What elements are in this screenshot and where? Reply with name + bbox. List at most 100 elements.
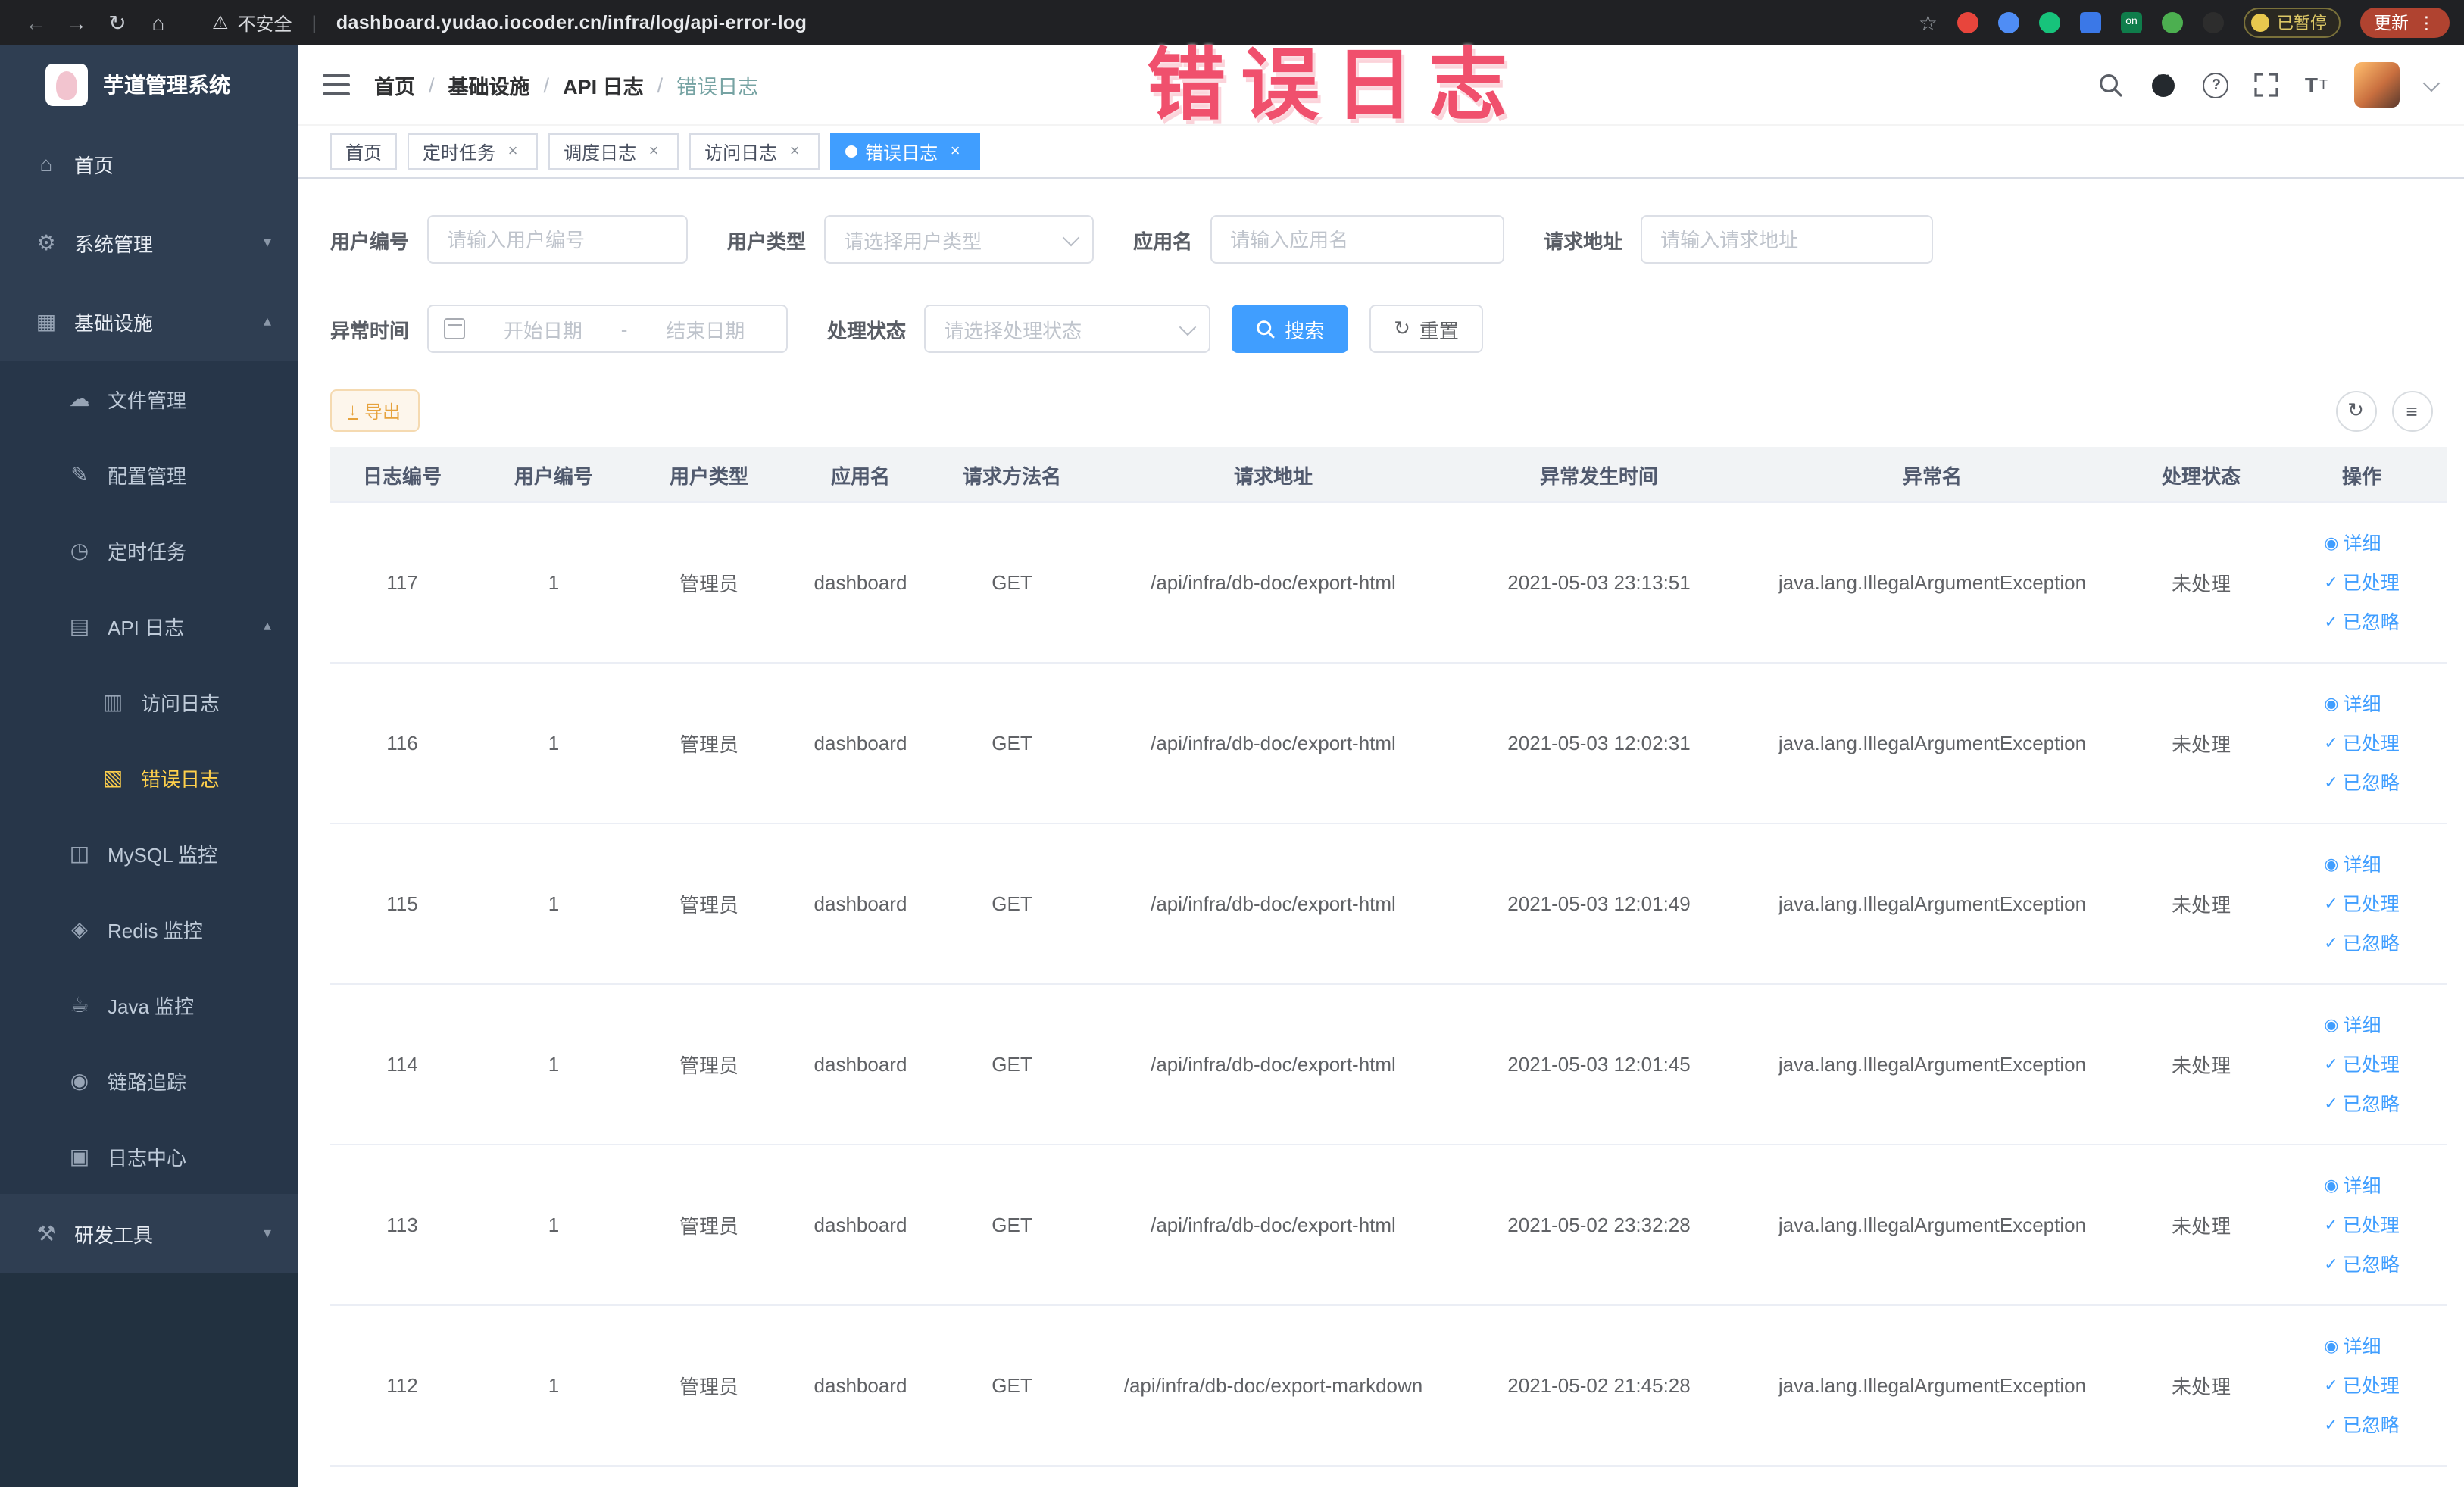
sidebar-item-infrastructure[interactable]: ▦ 基础设施 ▴ <box>0 282 298 361</box>
action-detail-label: 详细 <box>2343 1014 2381 1036</box>
col-status: 处理状态 <box>2125 447 2277 503</box>
browser-back-button[interactable]: ← <box>15 11 56 35</box>
browser-reload-button[interactable]: ↻ <box>97 10 138 36</box>
sidebar-item-scheduled-tasks[interactable]: ◷ 定时任务 <box>0 512 298 588</box>
sidebar-item-file-management[interactable]: ☁ 文件管理 <box>0 361 298 436</box>
font-size-icon[interactable]: TT <box>2305 73 2328 97</box>
action-processed-label: 已处理 <box>2342 1375 2400 1396</box>
sidebar-item-label: API 日志 <box>108 616 185 639</box>
action-detail-link[interactable]: ◉ 详细 <box>2324 845 2381 884</box>
process-status-select[interactable]: 请选择处理状态 <box>924 305 1211 353</box>
extension-icon-4[interactable] <box>2080 12 2101 33</box>
app-logo[interactable]: 芋道管理系统 <box>0 45 298 124</box>
tab-home[interactable]: 首页 <box>330 133 398 170</box>
breadcrumb-api-logs[interactable]: API 日志 <box>563 70 644 100</box>
avatar-caret-icon[interactable] <box>2422 73 2440 92</box>
col-user-type: 用户类型 <box>633 447 785 503</box>
export-button[interactable]: ↓ 导出 <box>330 389 420 432</box>
search-icon[interactable] <box>2099 72 2125 98</box>
bookmark-star-icon[interactable]: ☆ <box>1919 10 1938 36</box>
sidebar-item-api-logs[interactable]: ▤ API 日志 ▴ <box>0 588 298 664</box>
extension-icon-3[interactable] <box>2039 12 2060 33</box>
action-detail-link[interactable]: ◉ 详细 <box>2324 684 2381 723</box>
user-type-select[interactable]: 请选择用户类型 <box>824 215 1095 264</box>
extension-icon-2[interactable] <box>1998 12 2019 33</box>
sidebar-item-home[interactable]: ⌂ 首页 <box>0 124 298 203</box>
close-icon[interactable]: × <box>785 142 804 161</box>
action-processed-link[interactable]: ✓ 已处理 <box>2324 563 2399 602</box>
sidebar-item-tracing[interactable]: ◉ 链路追踪 <box>0 1042 298 1118</box>
breadcrumb-separator: / <box>429 73 435 96</box>
extension-icon-6[interactable] <box>2162 12 2183 33</box>
column-settings-button[interactable]: ≡ <box>2391 390 2432 431</box>
action-detail-link[interactable]: ◉ 详细 <box>2324 1326 2381 1366</box>
sidebar-item-label: 文件管理 <box>108 389 187 411</box>
action-ignored-link[interactable]: ✓ 已忽略 <box>2324 1084 2399 1123</box>
breadcrumb-home[interactable]: 首页 <box>374 70 415 100</box>
extension-icon-5[interactable]: on <box>2121 12 2142 33</box>
search-button[interactable]: 搜索 <box>1232 305 1349 353</box>
action-processed-link[interactable]: ✓ 已处理 <box>2324 884 2399 923</box>
extension-icon-1[interactable] <box>1957 12 1978 33</box>
tab-schedule-log[interactable]: 调度日志 × <box>548 133 679 170</box>
action-ignored-link[interactable]: ✓ 已忽略 <box>2324 763 2399 802</box>
action-ignored-link[interactable]: ✓ 已忽略 <box>2324 1245 2399 1284</box>
tab-error-log[interactable]: 错误日志 × <box>830 133 981 170</box>
user-avatar[interactable] <box>2353 62 2399 108</box>
page-header: 首页 / 基础设施 / API 日志 / 错误日志 ? T T <box>298 45 2464 126</box>
chevron-up-icon: ▴ <box>263 313 271 330</box>
sidebar-item-dev-tools[interactable]: ⚒ 研发工具 ▾ <box>0 1194 298 1273</box>
calendar-icon <box>444 318 466 339</box>
app-title: 芋道管理系统 <box>103 73 230 97</box>
refresh-button[interactable]: ↻ <box>2335 390 2376 431</box>
cell-exception-name: java.lang.IllegalArgumentException <box>1739 1305 2125 1467</box>
browser-home-button[interactable]: ⌂ <box>138 11 179 35</box>
sidebar-item-error-log[interactable]: ▧ 错误日志 <box>0 739 298 815</box>
chevron-down-icon: ▾ <box>263 234 271 251</box>
sidebar-item-redis-monitor[interactable]: ◈ Redis 监控 <box>0 891 298 967</box>
sidebar-item-system-management[interactable]: ⚙ 系统管理 ▾ <box>0 203 298 282</box>
action-detail-link[interactable]: ◉ 详细 <box>2324 1166 2381 1205</box>
cell-exception-name: java.lang.IllegalArgumentException <box>1739 663 2125 824</box>
paused-extension-badge[interactable]: 已暂停 <box>2244 8 2341 38</box>
action-detail-link[interactable]: ◉ 详细 <box>2324 523 2381 563</box>
github-icon[interactable] <box>2150 71 2178 98</box>
menu-fold-icon[interactable] <box>323 74 350 95</box>
action-processed-link[interactable]: ✓ 已处理 <box>2324 723 2399 763</box>
request-url-input[interactable] <box>1641 215 1934 264</box>
sidebar-item-access-log[interactable]: ▥ 访问日志 <box>0 664 298 739</box>
reset-button[interactable]: ↻ 重置 <box>1369 305 1483 353</box>
table-row: 115 1 管理员 dashboard GET /api/infra/db-do… <box>330 823 2447 985</box>
action-ignored-link[interactable]: ✓ 已忽略 <box>2324 602 2399 642</box>
browser-update-button[interactable]: 更新 ⋮ <box>2360 8 2449 38</box>
cell-user-id: 1 <box>474 984 633 1145</box>
user-id-input[interactable] <box>427 215 689 264</box>
sidebar-item-mysql-monitor[interactable]: ◫ MySQL 监控 <box>0 815 298 891</box>
cell-app-name: dashboard <box>785 984 936 1145</box>
browser-forward-button[interactable]: → <box>56 11 97 35</box>
extension-icon-7[interactable] <box>2203 12 2224 33</box>
exception-time-label: 异常时间 <box>330 319 410 342</box>
eye-icon: ◉ <box>2324 855 2339 873</box>
action-processed-link[interactable]: ✓ 已处理 <box>2324 1205 2399 1245</box>
fullscreen-icon[interactable] <box>2255 73 2279 97</box>
sidebar-item-java-monitor[interactable]: ☕ Java 监控 <box>0 967 298 1042</box>
action-ignored-link[interactable]: ✓ 已忽略 <box>2324 923 2399 963</box>
date-range-picker[interactable]: 开始日期 - 结束日期 <box>427 305 789 353</box>
close-icon[interactable]: × <box>644 142 664 161</box>
sidebar-item-config-management[interactable]: ✎ 配置管理 <box>0 436 298 512</box>
action-processed-link[interactable]: ✓ 已处理 <box>2324 1366 2399 1405</box>
help-icon[interactable]: ? <box>2203 72 2229 98</box>
sidebar-item-label: 首页 <box>74 154 114 177</box>
breadcrumb-infrastructure[interactable]: 基础设施 <box>448 70 530 100</box>
app-name-input[interactable] <box>1210 215 1505 264</box>
sidebar-item-log-center[interactable]: ▣ 日志中心 <box>0 1118 298 1194</box>
close-icon[interactable]: × <box>503 142 523 161</box>
tab-scheduled-tasks[interactable]: 定时任务 × <box>408 133 539 170</box>
tab-access-log[interactable]: 访问日志 × <box>689 133 820 170</box>
action-detail-link[interactable]: ◉ 详细 <box>2324 1005 2381 1045</box>
address-bar[interactable]: ⚠ 不安全 | dashboard.yudao.iocoder.cn/infra… <box>212 10 807 36</box>
action-processed-link[interactable]: ✓ 已处理 <box>2324 1045 2399 1084</box>
close-icon[interactable]: × <box>945 142 965 161</box>
action-ignored-link[interactable]: ✓ 已忽略 <box>2324 1405 2399 1445</box>
